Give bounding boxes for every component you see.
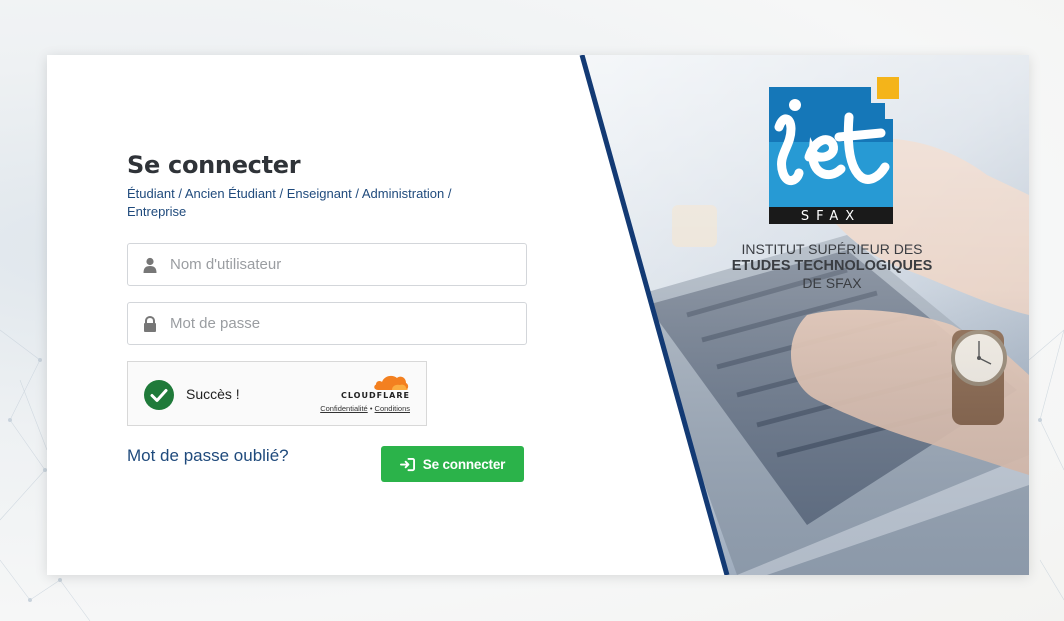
login-button-label: Se connecter [422,456,506,472]
login-button[interactable]: Se connecter [381,446,524,482]
login-card: Se connecter Étudiant / Ancien Étudiant … [47,55,1029,575]
iset-logo: SFAX [769,77,899,224]
page-title: Se connecter [127,151,301,179]
user-icon [143,257,157,273]
username-field[interactable] [127,243,527,286]
institute-line-2: ETUDES TECHNOLOGIQUES [731,258,933,274]
password-input[interactable] [170,303,510,344]
cloudflare-captcha[interactable]: Succès ! CLOUDFLARE Confidentialité • Co… [127,361,427,426]
logo-city-text: SFAX [801,209,861,224]
lock-icon [144,316,156,332]
user-types-subtitle: Étudiant / Ancien Étudiant / Enseignant … [127,186,452,219]
privacy-link[interactable]: Confidentialité [320,404,368,413]
cloudflare-cloud-icon [374,375,409,390]
username-input[interactable] [170,244,510,285]
sign-in-icon [399,457,415,471]
institute-line-1: INSTITUT SUPÉRIEUR DES [741,241,923,257]
captcha-status: Succès ! [186,386,240,402]
link-separator: • [369,404,373,413]
institute-name: INSTITUT SUPÉRIEUR DES ETUDES TECHNOLOGI… [707,241,957,292]
password-field[interactable] [127,302,527,345]
terms-link[interactable]: Conditions [375,404,410,413]
cloudflare-wordmark: CLOUDFLARE [341,391,410,400]
institute-line-3: DE SFAX [802,275,862,291]
forgot-password-link[interactable]: Mot de passe oublié? [127,446,289,466]
captcha-links: Confidentialité • Conditions [320,404,410,413]
check-circle-icon [144,380,174,410]
